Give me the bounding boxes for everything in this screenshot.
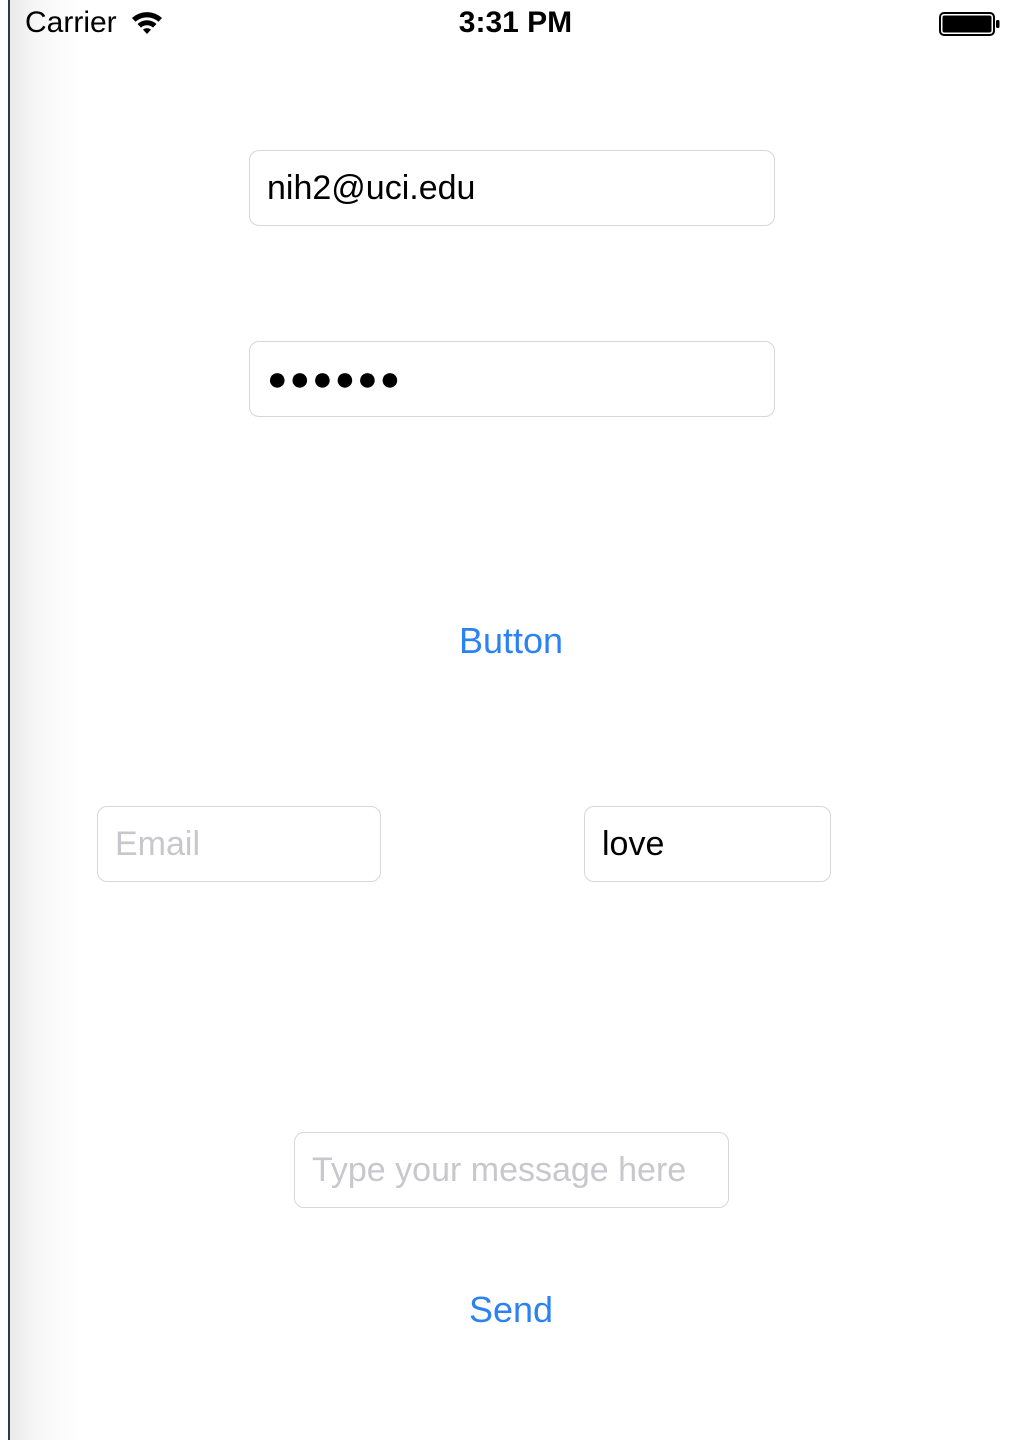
text-input[interactable]: love — [584, 806, 831, 882]
window-shadow — [10, 0, 80, 1440]
email-field[interactable]: nih2@uci.edu — [249, 150, 775, 226]
text-input-value: love — [602, 824, 665, 863]
email-input-placeholder: Email — [115, 824, 201, 863]
message-input[interactable]: Type your message here — [294, 1132, 729, 1208]
status-bar: Carrier 3:31 PM — [10, 0, 1021, 50]
password-field-value: ●●●●●● — [267, 359, 403, 398]
email-input[interactable]: Email — [97, 806, 381, 882]
status-time: 3:31 PM — [458, 6, 573, 39]
app-screen: Carrier 3:31 PM nih2@uci.edu ●●●●●● Butt… — [0, 0, 1021, 1440]
password-field[interactable]: ●●●●●● — [249, 341, 775, 417]
window-edge — [0, 0, 10, 1440]
send-button[interactable]: Send — [411, 1289, 611, 1331]
battery-icon — [939, 12, 1000, 36]
button[interactable]: Button — [411, 620, 611, 662]
message-input-placeholder: Type your message here — [312, 1150, 687, 1189]
email-field-value: nih2@uci.edu — [267, 168, 476, 207]
